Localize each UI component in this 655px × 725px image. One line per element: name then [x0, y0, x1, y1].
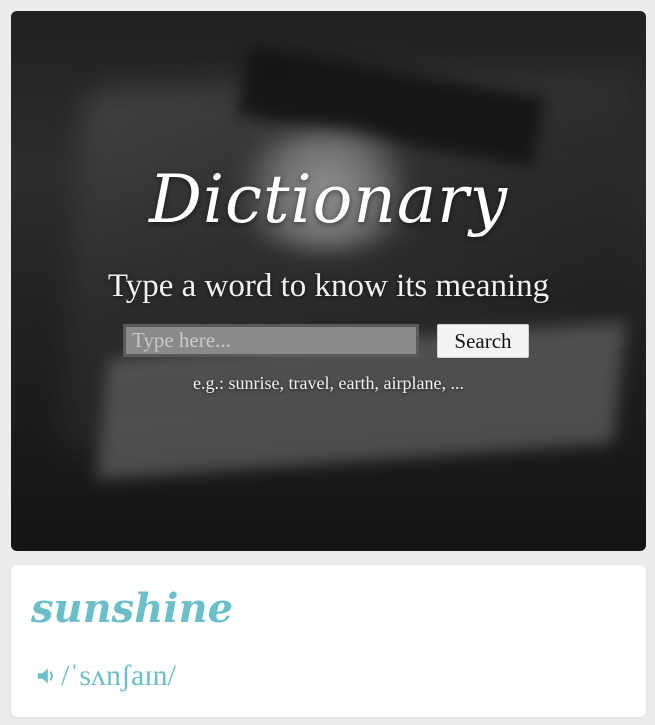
page-title: Dictionary [148, 161, 509, 238]
speaker-icon[interactable] [35, 665, 57, 687]
search-button[interactable]: Search [437, 324, 529, 358]
search-input[interactable] [123, 324, 419, 357]
example-words: e.g.: sunrise, travel, earth, airplane, … [193, 373, 464, 393]
result-card: sunshine /ˈsʌnʃaɪn/ [11, 565, 646, 717]
phonetic-text: /ˈsʌnʃaɪn/ [61, 659, 176, 692]
hero-banner: Dictionary Type a word to know its meani… [11, 11, 646, 551]
result-word: sunshine [31, 585, 234, 632]
pronunciation: /ˈsʌnʃaɪn/ [35, 659, 176, 693]
page-subtitle: Type a word to know its meaning [107, 268, 550, 304]
